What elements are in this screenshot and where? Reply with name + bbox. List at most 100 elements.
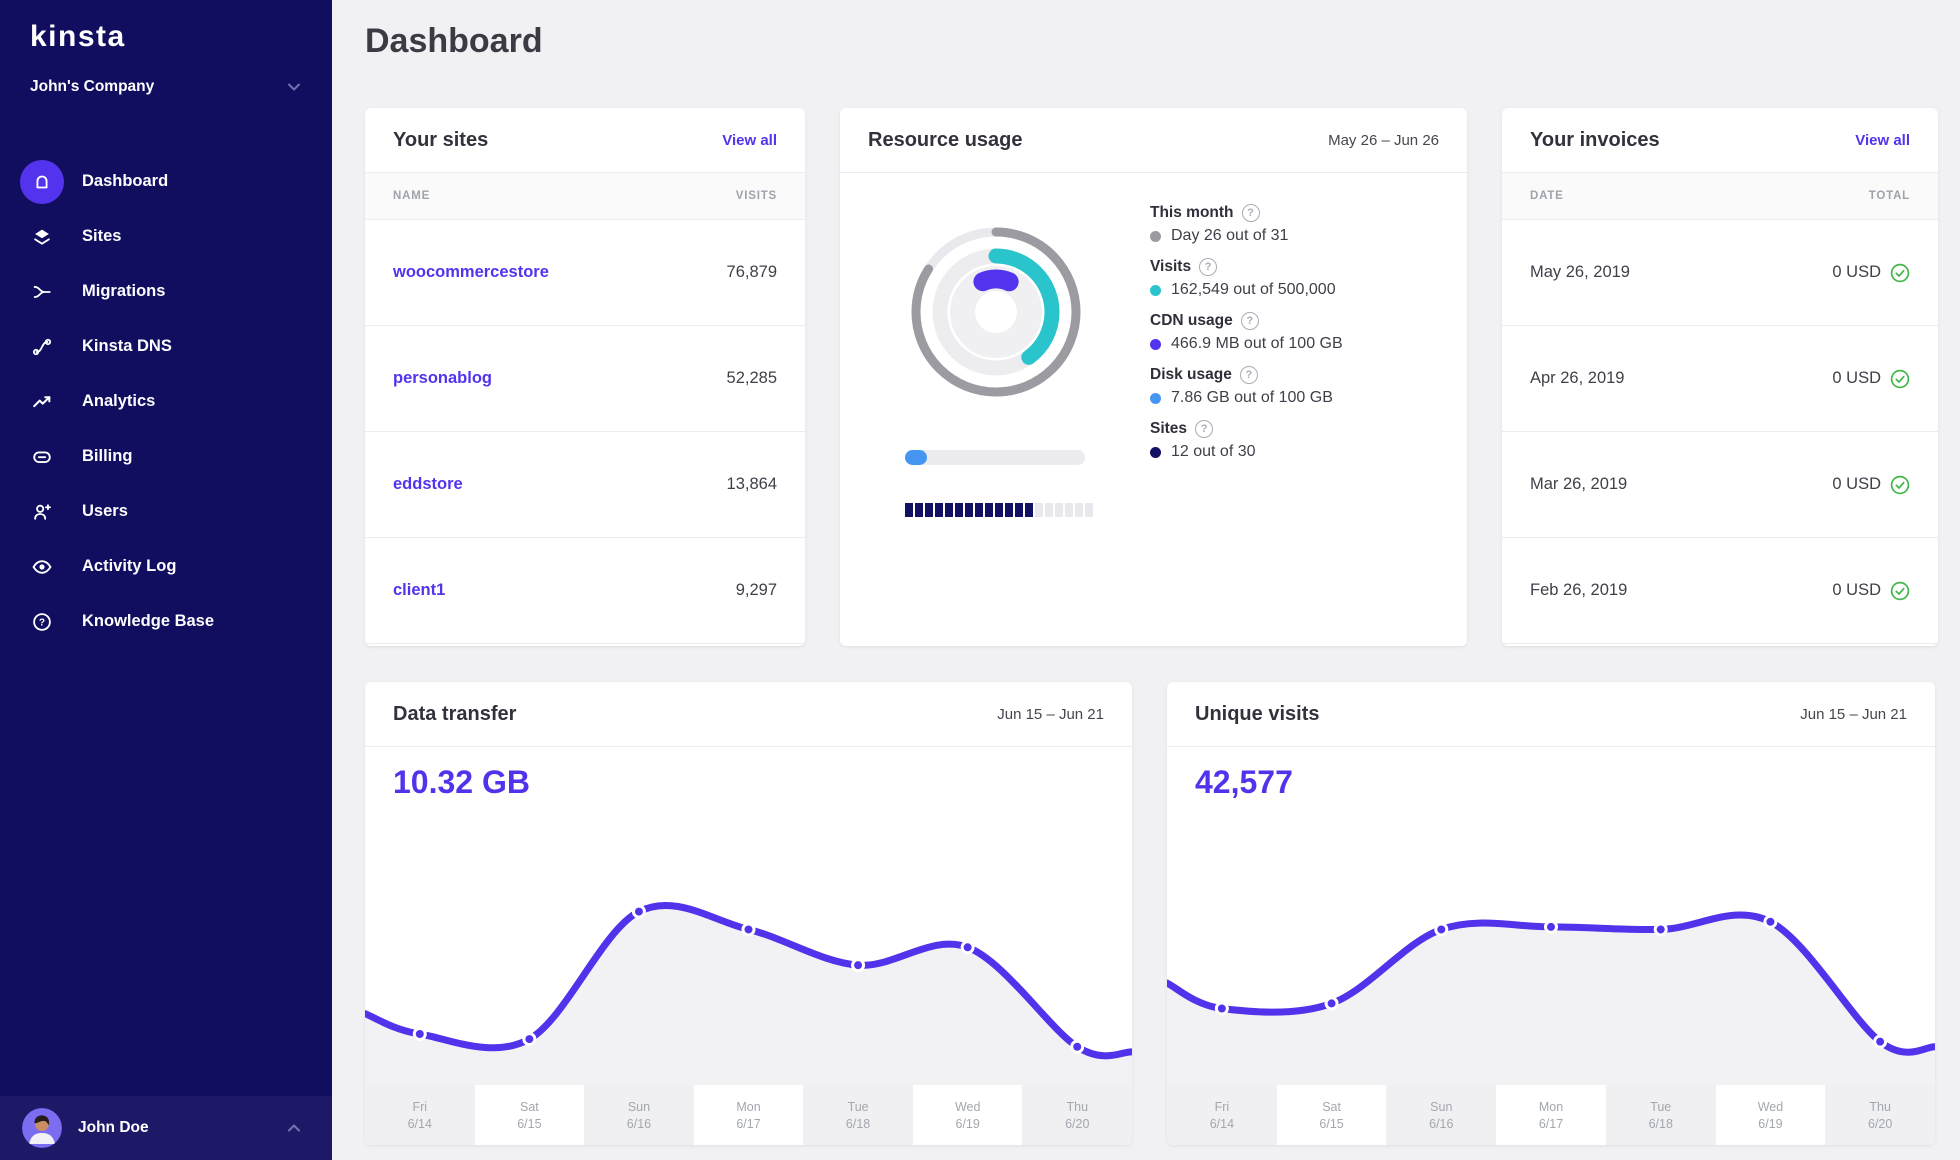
invoices-view-all-link[interactable]: View all xyxy=(1855,132,1910,149)
invoice-row: Apr 26, 2019 0 USD xyxy=(1502,326,1938,432)
question-icon: ? xyxy=(20,600,64,644)
help-icon[interactable] xyxy=(1240,312,1259,330)
stat-label: CDN usage xyxy=(1150,312,1233,329)
site-link[interactable]: client1 xyxy=(393,581,445,600)
x-axis-day-label: Tue 6/18 xyxy=(803,1085,913,1145)
unique-visits-card: Unique visits Jun 15 – Jun 21 42,577 Fri… xyxy=(1167,682,1935,1145)
site-visits: 76,879 xyxy=(726,263,777,281)
sidebar-item-kinsta-dns[interactable]: Kinsta DNS xyxy=(0,319,332,374)
site-slot-segment xyxy=(995,503,1003,517)
invoices-table: May 26, 2019 0 USD Apr 26, 2019 0 USD Mar 26… xyxy=(1502,220,1938,644)
company-selector[interactable]: John's Company xyxy=(0,78,332,96)
eye-icon xyxy=(20,545,64,589)
x-axis-day-label: Thu 6/20 xyxy=(1825,1085,1935,1145)
data-point xyxy=(1070,1039,1085,1054)
sidebar-item-knowledge-base[interactable]: ? Knowledge Base xyxy=(0,594,332,649)
site-row: personablog 52,285 xyxy=(365,326,805,432)
chevron-down-icon xyxy=(288,83,300,91)
data-transfer-range: Jun 15 – Jun 21 xyxy=(997,705,1104,723)
sidebar-item-label: Analytics xyxy=(82,392,156,410)
sidebar-item-sites[interactable]: Sites xyxy=(0,209,332,264)
stat-color-dot xyxy=(1150,230,1161,242)
sidebar-item-label: Billing xyxy=(82,447,133,465)
invoice-date: Feb 26, 2019 xyxy=(1530,581,1628,599)
x-axis-day-label: Wed 6/19 xyxy=(954,1099,981,1131)
site-slot-segment xyxy=(925,503,933,517)
site-link[interactable]: woocommercestore xyxy=(393,263,549,282)
col-name: NAME xyxy=(393,190,431,202)
layers-icon xyxy=(20,215,64,259)
data-point xyxy=(960,940,975,955)
col-date: DATE xyxy=(1530,190,1564,202)
site-row: woocommercestore 76,879 xyxy=(365,220,805,326)
site-slot-segment xyxy=(1005,503,1013,517)
stat-value: Day 26 out of 31 xyxy=(1171,227,1289,244)
x-axis-day-label: Sun 6/16 xyxy=(584,1085,694,1145)
x-axis-day-label: Sat 6/15 xyxy=(1319,1099,1344,1131)
home-icon xyxy=(20,159,64,204)
site-link[interactable]: eddstore xyxy=(393,475,463,494)
x-axis-day-label: Thu 6/20 xyxy=(1022,1085,1132,1145)
your-sites-title: Your sites xyxy=(393,128,489,151)
resource-stat: Disk usage 7.86 GB out of 100 GB xyxy=(1150,366,1450,407)
resource-usage-card: Resource usage May 26 – Jun 26 This mont… xyxy=(840,108,1467,646)
your-sites-card: Your sites View all NAME VISITS woocomme… xyxy=(365,108,805,646)
data-point xyxy=(1763,914,1778,929)
x-axis-day-label: Fri 6/14 xyxy=(1167,1085,1277,1145)
x-axis-day-label: Mon 6/17 xyxy=(1538,1099,1564,1131)
paid-check-icon xyxy=(1890,475,1910,494)
sidebar-item-users[interactable]: Users xyxy=(0,484,332,539)
data-transfer-total: 10.32 GB xyxy=(393,764,530,800)
stat-color-dot xyxy=(1150,284,1161,296)
site-visits: 9,297 xyxy=(735,581,777,599)
invoice-total: 0 USD xyxy=(1832,475,1881,493)
sites-column-headers: NAME VISITS xyxy=(365,173,805,220)
user-menu[interactable]: John Doe xyxy=(0,1096,332,1160)
stat-label: Sites xyxy=(1150,420,1188,437)
invoices-column-headers: DATE TOTAL xyxy=(1502,173,1938,220)
site-slot-segment xyxy=(915,503,923,517)
resource-stat: This month Day 26 out of 31 xyxy=(1150,204,1450,245)
help-icon[interactable] xyxy=(1199,258,1218,276)
stat-value: 7.86 GB out of 100 GB xyxy=(1171,389,1333,406)
sites-view-all-link[interactable]: View all xyxy=(722,132,777,149)
x-axis-day-label: Tue 6/18 xyxy=(1605,1085,1716,1145)
resource-donut-chart xyxy=(896,212,1096,412)
unique-visits-x-axis: Fri 6/14 Sat 6/15 Sun 6/16 Mon 6/17 Tue 6/18 Wed 6/… xyxy=(1167,1085,1935,1145)
sites-segment-bar xyxy=(905,503,1093,517)
sidebar-item-billing[interactable]: Billing xyxy=(0,429,332,484)
user-plus-icon xyxy=(20,490,64,534)
your-invoices-card: Your invoices View all DATE TOTAL May 26… xyxy=(1502,108,1938,646)
help-icon[interactable] xyxy=(1241,204,1260,222)
data-point xyxy=(1873,1034,1888,1049)
sidebar-item-analytics[interactable]: Analytics xyxy=(0,374,332,429)
help-icon[interactable] xyxy=(1195,420,1214,438)
kinsta-logo: kinsta xyxy=(30,20,126,53)
x-axis-day-label: Mon 6/17 xyxy=(736,1099,761,1131)
site-visits: 13,864 xyxy=(726,475,777,493)
sidebar-item-migrations[interactable]: Migrations xyxy=(0,264,332,319)
sidebar-item-label: Migrations xyxy=(82,282,166,300)
invoice-row: Feb 26, 2019 0 USD xyxy=(1502,538,1938,644)
data-transfer-title: Data transfer xyxy=(393,702,517,725)
data-point xyxy=(741,922,756,937)
col-total: TOTAL xyxy=(1868,190,1910,202)
data-point xyxy=(851,958,866,973)
sidebar-item-activity-log[interactable]: Activity Log xyxy=(0,539,332,594)
dns-icon xyxy=(20,325,64,369)
chevron-up-icon xyxy=(288,1124,300,1132)
help-icon[interactable] xyxy=(1239,366,1258,384)
x-axis-day-label: Sun 6/16 xyxy=(1386,1085,1497,1145)
unique-visits-title: Unique visits xyxy=(1195,702,1320,725)
site-slot-segment xyxy=(975,503,983,517)
site-link[interactable]: personablog xyxy=(393,369,492,388)
data-transfer-card: Data transfer Jun 15 – Jun 21 10.32 GB F… xyxy=(365,682,1132,1145)
site-slot-segment xyxy=(1085,503,1093,517)
sidebar-item-dashboard[interactable]: Dashboard xyxy=(0,154,332,209)
sidebar-item-label: Activity Log xyxy=(82,557,177,575)
invoice-date: May 26, 2019 xyxy=(1530,263,1630,281)
user-name: John Doe xyxy=(78,1119,149,1136)
data-transfer-line-chart xyxy=(365,830,1132,1085)
data-transfer-x-axis: Fri 6/14 Sat 6/15 Sun 6/16 Mon 6/17 Tue 6/18 Wed 6/… xyxy=(365,1085,1132,1145)
paid-check-icon xyxy=(1890,263,1910,282)
